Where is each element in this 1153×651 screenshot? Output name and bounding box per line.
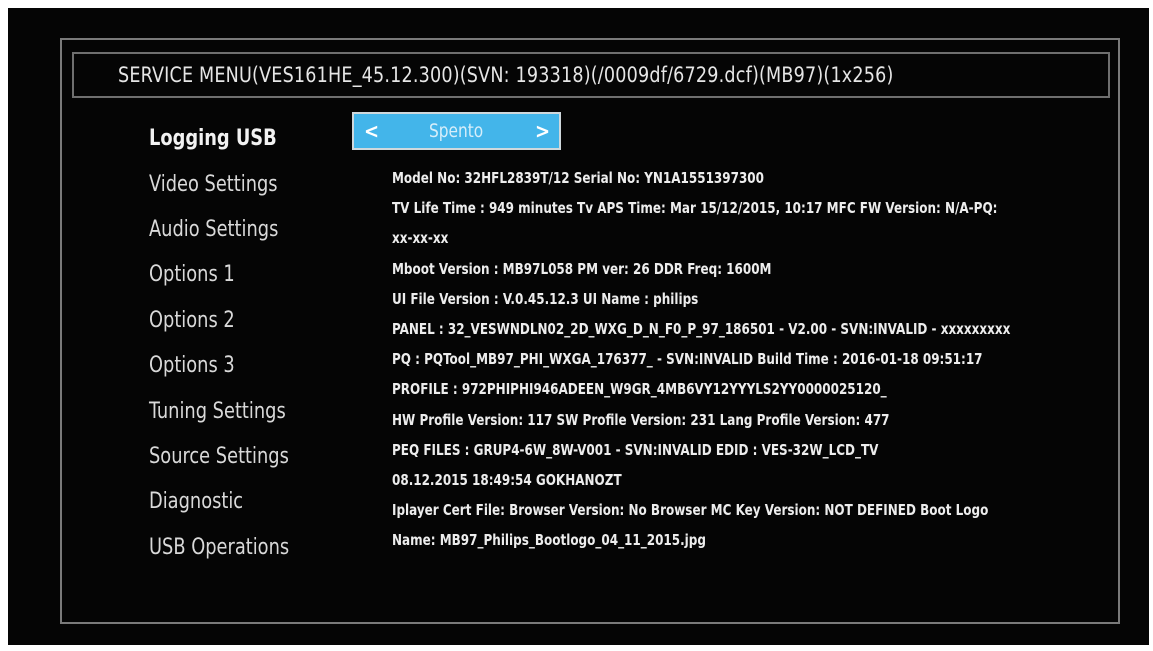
- chevron-left-icon[interactable]: <: [364, 121, 379, 141]
- info-line-ui-file: UI File Version : V.0.45.12.3 UI Name : …: [392, 289, 699, 308]
- info-line-mboot: Mboot Version : MB97L058 PM ver: 26 DDR …: [392, 259, 772, 278]
- menu-item-options-1[interactable]: Options 1: [149, 252, 289, 297]
- info-line-pq: PQ : PQTool_MB97_PHI_WXGA_176377_ - SVN:…: [392, 350, 983, 369]
- menu-item-options-2[interactable]: Options 2: [149, 298, 289, 343]
- system-info-panel: Model No: 32HFL2839T/12 Serial No: YN1A1…: [392, 163, 1092, 555]
- info-line-life-time: TV Life Time : 949 minutes Tv APS Time: …: [392, 199, 998, 218]
- info-line-model: Model No: 32HFL2839T/12 Serial No: YN1A1…: [392, 169, 764, 188]
- menu-item-usb-operations[interactable]: USB Operations: [149, 525, 289, 570]
- menu-item-video-settings[interactable]: Video Settings: [149, 161, 289, 206]
- logging-usb-selector[interactable]: < Spento >: [352, 112, 561, 150]
- selector-value: Spento: [429, 120, 484, 142]
- menu-item-diagnostic[interactable]: Diagnostic: [149, 479, 289, 524]
- menu-item-audio-settings[interactable]: Audio Settings: [149, 207, 289, 252]
- info-line-iplayer: Iplayer Cert File: Browser Version: No B…: [392, 501, 989, 520]
- title-bar: SERVICE MENU(VES161HE_45.12.300)(SVN: 19…: [72, 52, 1110, 98]
- info-line-profile: PROFILE : 972PHIPHI946ADEEN_W9GR_4MB6VY1…: [392, 380, 887, 399]
- menu-item-options-3[interactable]: Options 3: [149, 343, 289, 388]
- info-line-panel: PANEL : 32_VESWNDLN02_2D_WXG_D_N_F0_P_97…: [392, 320, 1011, 339]
- info-line-boot-logo: Name: MB97_Philips_Bootlogo_04_11_2015.j…: [392, 531, 706, 550]
- menu-item-tuning-settings[interactable]: Tuning Settings: [149, 388, 289, 433]
- chevron-right-icon[interactable]: >: [535, 121, 550, 141]
- menu-item-source-settings[interactable]: Source Settings: [149, 434, 289, 479]
- service-menu-title: SERVICE MENU(VES161HE_45.12.300)(SVN: 19…: [118, 63, 894, 87]
- info-line-hw-profile: HW Profile Version: 117 SW Profile Versi…: [392, 410, 890, 429]
- info-line-pq-version: xx-xx-xx: [392, 229, 449, 248]
- info-line-edid-date: 08.12.2015 18:49:54 GOKHANOZT: [392, 470, 622, 489]
- tv-screen: SERVICE MENU(VES161HE_45.12.300)(SVN: 19…: [8, 8, 1149, 645]
- menu-item-logging-usb[interactable]: Logging USB: [149, 116, 289, 161]
- info-line-peq-files: PEQ FILES : GRUP4-6W_8W-V001 - SVN:INVAL…: [392, 440, 879, 459]
- service-menu-list: Logging USB Video Settings Audio Setting…: [149, 116, 305, 570]
